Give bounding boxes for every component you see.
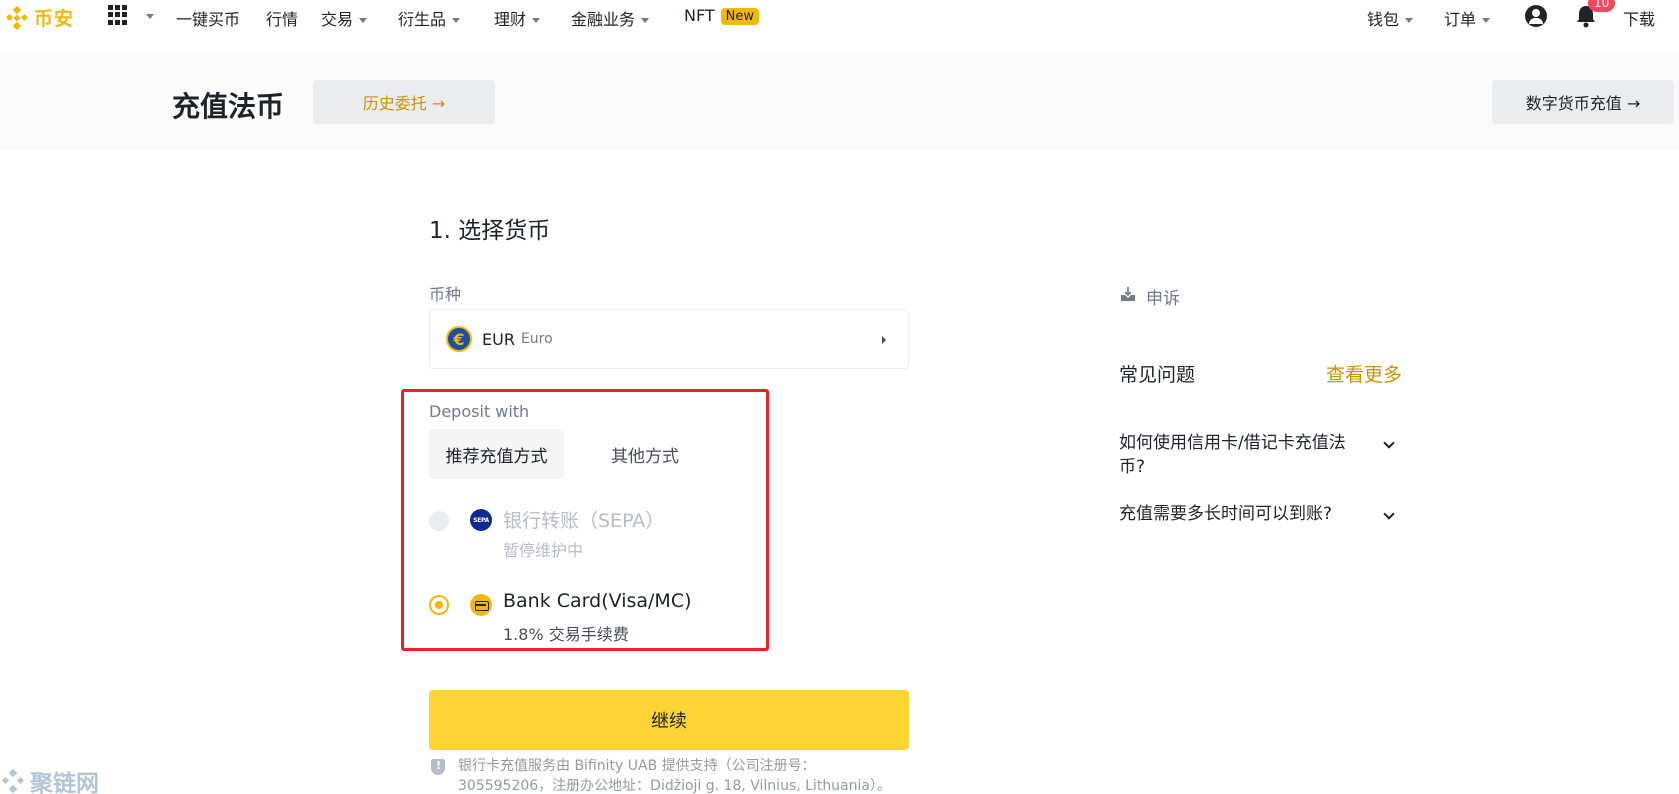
notification-count-badge: 10 — [1588, 0, 1616, 12]
nav-markets[interactable]: 行情 — [266, 6, 298, 30]
watermark-text: 聚链网 — [30, 770, 99, 794]
bank-card-fee: 1.8% 交易手续费 — [503, 625, 629, 644]
chevron-down-icon — [1482, 18, 1491, 23]
history-orders-button[interactable]: 历史委托 → — [313, 80, 495, 124]
logo[interactable]: 币安 — [4, 4, 74, 31]
nav-finance[interactable]: 金融业务 — [571, 6, 650, 30]
chevron-down-icon[interactable] — [146, 14, 154, 19]
bank-card-icon — [470, 594, 492, 616]
chevron-down-icon[interactable] — [1383, 508, 1395, 520]
nav-wallet[interactable]: 钱包 — [1367, 6, 1414, 30]
service-footnote: 银行卡充值服务由 Bifinity UAB 提供支持（公司注册号：3055952… — [458, 758, 891, 794]
chevron-down-icon — [1405, 18, 1414, 23]
nav-derivatives-label: 衍生品 — [398, 10, 447, 29]
caret-right-icon — [882, 336, 886, 344]
faq-title: 常见问题 — [1119, 364, 1196, 386]
nav-trade-label: 交易 — [321, 10, 354, 29]
nav-trade[interactable]: 交易 — [321, 6, 368, 30]
apps-grid-icon[interactable] — [108, 5, 128, 25]
faq-question-1[interactable]: 如何使用信用卡/借记卡充值法币? — [1119, 431, 1359, 479]
brand-name: 币安 — [34, 8, 75, 30]
page-header: 充值法币 历史委托 → 数字货币充值 → — [0, 55, 1679, 150]
user-avatar-icon[interactable] — [1525, 5, 1547, 27]
nav-finance-label: 金融业务 — [571, 10, 636, 29]
sepa-method-title: 银行转账（SEPA） — [503, 510, 665, 532]
euro-icon: € — [446, 326, 472, 352]
currency-select[interactable]: € EUR Euro — [429, 309, 909, 369]
sepa-radio — [429, 511, 449, 531]
nav-derivatives[interactable]: 衍生品 — [398, 6, 461, 30]
page-title: 充值法币 — [172, 90, 285, 123]
continue-button[interactable]: 继续 — [429, 690, 909, 750]
appeal-link[interactable]: 申诉 — [1146, 284, 1180, 309]
watermark: 聚链网 — [0, 764, 99, 794]
faq-view-more-link[interactable]: 查看更多 — [1326, 360, 1402, 387]
nav-wallet-label: 钱包 — [1367, 10, 1400, 29]
crypto-deposit-button[interactable]: 数字货币充值 → — [1492, 80, 1674, 124]
chevron-down-icon[interactable] — [1383, 437, 1395, 449]
bank-card-radio[interactable] — [429, 595, 449, 615]
tab-other-methods[interactable]: 其他方式 — [590, 429, 700, 479]
nav-nft-label: NFT — [684, 6, 715, 25]
faq-question-2[interactable]: 充值需要多长时间可以到账? — [1119, 502, 1379, 526]
tab-recommended[interactable]: 推荐充值方式 — [429, 429, 564, 479]
chevron-down-icon — [641, 18, 650, 23]
chevron-down-icon — [359, 18, 368, 23]
bank-card-method-title[interactable]: Bank Card(Visa/MC) — [503, 590, 692, 612]
nav-download[interactable]: 下载 — [1623, 6, 1655, 30]
chevron-down-icon — [532, 18, 541, 23]
sepa-icon: SEPA — [470, 509, 492, 531]
currency-label: 币种 — [429, 285, 462, 304]
nav-orders-label: 订单 — [1444, 10, 1477, 29]
top-nav: 币安 一键买币 行情 交易 衍生品 理财 金融业务 NFT New 钱包 订单 1… — [0, 0, 1679, 32]
shield-icon — [431, 759, 445, 775]
deposit-with-label: Deposit with — [429, 402, 530, 421]
chevron-down-icon — [452, 18, 461, 23]
sepa-method-status: 暂停维护中 — [503, 541, 584, 560]
watermark-logo-icon — [1, 768, 25, 794]
currency-name: Euro — [520, 331, 553, 347]
download-tray-icon[interactable] — [1120, 286, 1136, 302]
nav-buy-crypto[interactable]: 一键买币 — [176, 6, 240, 30]
nav-orders[interactable]: 订单 — [1444, 6, 1491, 30]
nav-nft[interactable]: NFT New — [684, 6, 760, 25]
currency-code: EUR — [482, 329, 515, 349]
binance-logo-icon — [5, 5, 29, 30]
step-title: 1. 选择货币 — [429, 218, 551, 244]
new-badge: New — [720, 8, 760, 25]
nav-earn-label: 理财 — [494, 10, 527, 29]
nav-earn[interactable]: 理财 — [494, 6, 541, 30]
